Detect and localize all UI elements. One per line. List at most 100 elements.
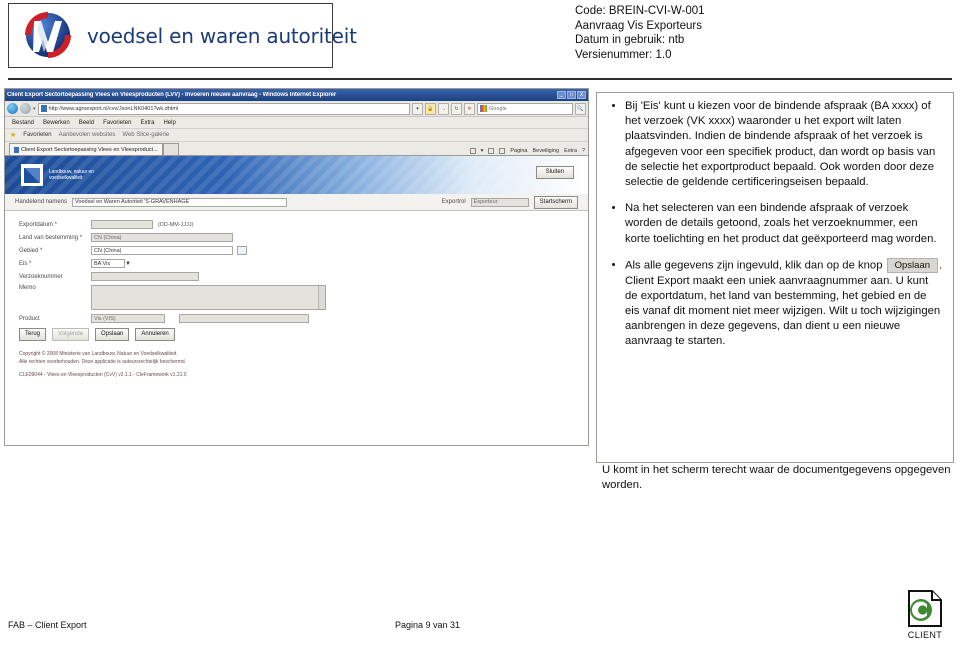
command-item-pagina[interactable]: Pagina [510,148,527,154]
verzoeknummer-label: Verzoeknummer [19,273,63,280]
stop-button[interactable]: ✕ [464,102,475,115]
product-input: Vis (VIS) [91,314,165,323]
list-item: Als alle gegevens zijn ingevuld, klik da… [625,257,943,350]
export-role-value: Exporteur [470,197,529,207]
form-button-row: Terug Volgende Opslaan Annuleren [19,328,578,341]
close-app-button[interactable]: Sluiten [535,166,574,179]
exportdatum-input[interactable] [91,220,153,229]
lnv-org-text: Landbouw, natuur en voedselkwaliteit [49,169,94,181]
footer-left-text: FAB – Client Export [8,620,87,630]
land-van-bestemming-input: CN (China) [91,233,233,242]
document-page: voedsel en waren autoriteit Code: BREIN-… [0,0,960,646]
suggested-sites-item[interactable]: Aanbevolen websites [59,132,116,138]
aanvraag-form: Exportdatum * (DD-MM-JJJJ) Land van best… [5,211,588,380]
back-icon[interactable] [7,103,18,114]
print-icon[interactable] [499,148,506,154]
form-row-exportdatum: Exportdatum * (DD-MM-JJJJ) [19,220,578,229]
startscherm-button[interactable]: Startscherm [533,195,578,209]
menu-item-bestand[interactable]: Bestand [12,120,34,126]
search-input[interactable]: Google [477,102,573,115]
browser-tab[interactable]: Client Export Sectortoepassing Vlees en … [9,143,163,155]
app-copyright: Copyright © 2008 Ministerie van Landbouw… [19,351,578,380]
product-label: Product [19,315,40,322]
memo-scrollbar[interactable] [318,286,325,309]
date-line: Datum in gebruik: ntb [575,34,685,46]
verzoeknummer-input [91,272,199,281]
command-item-beveiliging[interactable]: Beveiliging [532,148,559,154]
instructions-panel: Bij 'Eis' kunt u kiezen voor de bindende… [596,92,954,463]
history-dropdown-icon[interactable]: ▾ [33,106,36,112]
form-row-gebied: Gebied * CN (China) [19,246,578,255]
version-info-line: CLE09044 - Vlees en Vleesproducten (CvV)… [19,372,187,378]
eis-select[interactable]: BA Vis [91,259,125,268]
form-row-verzoeknummer: Verzoeknummer [19,272,578,281]
browser-tab-strip: Client Export Sectortoepassing Vlees en … [5,142,588,156]
product-description-input [179,314,309,323]
version-line: Versienummer: 1.0 [575,48,672,61]
terug-button[interactable]: Terug [19,328,47,341]
opslaan-button-reference: Opslaan [886,257,939,273]
menu-item-extra[interactable]: Extra [140,120,154,126]
maximize-icon[interactable]: □ [567,91,576,99]
menu-item-bewerken[interactable]: Bewerken [43,120,70,126]
memo-label: Memo [19,285,36,291]
menu-item-beeld[interactable]: Beeld [79,120,94,126]
tab-label: Client Export Sectortoepassing Vlees en … [21,146,158,153]
browser-screenshot: Client Export Sectortoepassing Vlees en … [4,88,589,446]
forward-icon[interactable] [20,103,31,114]
lnv-org-line2: voedselkwaliteit [49,175,83,181]
web-page-content: Landbouw, natuur en voedselkwaliteit Slu… [5,156,588,445]
memo-textarea[interactable] [91,285,326,310]
go-button[interactable]: → [438,102,449,115]
lock-icon: 🔒 [425,102,436,115]
gebied-input[interactable]: CN (China) [91,246,233,255]
refresh-button[interactable]: ↻ [451,102,462,115]
browser-menu-bar: Bestand Bewerken Beeld Favorieten Extra … [5,117,588,129]
bullet3-text-before: Als alle gegevens zijn ingevuld, klik da… [625,259,883,272]
search-submit-icon[interactable]: 🔍 [575,102,586,115]
client-logo-word: CLIENT [907,630,943,640]
form-row-memo: Memo [19,285,578,310]
browser-title-bar: Client Export Sectortoepassing Vlees en … [5,89,588,101]
opslaan-button[interactable]: Opslaan [95,328,130,341]
page-icon [40,105,47,112]
menu-item-help[interactable]: Help [163,120,175,126]
url-dropdown-icon[interactable]: ▾ [412,102,423,115]
context-bar: Handelend namens Voedsel en Waren Autori… [5,194,588,211]
export-role-label: Exportrol [441,199,466,205]
volgende-button: Volgende [52,328,90,341]
home-icon[interactable] [469,148,476,154]
list-item: Na het selecteren van een bindende afspr… [625,201,943,247]
favorites-star-icon: ★ [10,132,17,139]
url-input[interactable]: http://www.agroexport.nl/cvv/JsonLNK0401… [37,102,410,115]
vwa-logo-icon [17,8,77,64]
favorites-label[interactable]: Favorieten [23,132,51,138]
header-divider [8,78,952,80]
new-tab-button[interactable] [162,143,179,155]
minimize-icon[interactable]: _ [557,91,566,99]
chevron-down-icon[interactable]: ▼ [125,261,131,267]
feeds-icon[interactable] [488,148,495,154]
annuleren-button[interactable]: Annuleren [135,328,175,341]
window-controls: _ □ X [557,91,586,99]
lookup-icon[interactable] [237,246,247,255]
chevron-down-icon[interactable]: ▾ [481,148,484,154]
instruction-bullet-list: Bij 'Eis' kunt u kiezen voor de bindende… [603,99,943,350]
code-line: Code: BREIN-CVI-W-001 [575,5,705,17]
vwa-logo-text: voedsel en waren autoriteit [87,23,357,48]
web-slice-gallery-item[interactable]: Web Slice-galerie [122,132,169,138]
app-banner: Landbouw, natuur en voedselkwaliteit Slu… [5,156,588,194]
browser-command-bar: ▾ Pagina Beveiliging Extra ? [469,148,585,154]
help-icon[interactable]: ? [582,148,585,154]
url-text: http://www.agroexport.nl/cvv/JsonLNK0401… [48,105,179,112]
search-value: Google [489,105,507,112]
closing-paragraph: U komt in het scherm terecht waar de doc… [602,464,951,492]
menu-item-favorieten[interactable]: Favorieten [103,120,131,126]
tab-favicon-icon [14,146,19,153]
exportdatum-label: Exportdatum * [19,221,58,228]
acting-on-behalf-value: Voedsel en Waren Autoriteit 'S-GRAVENHAG… [72,197,288,207]
command-item-extra[interactable]: Extra [564,148,577,154]
form-row-product: Product Vis (VIS) [19,314,578,323]
close-icon[interactable]: X [577,91,586,99]
lnv-logo-icon [21,164,43,186]
